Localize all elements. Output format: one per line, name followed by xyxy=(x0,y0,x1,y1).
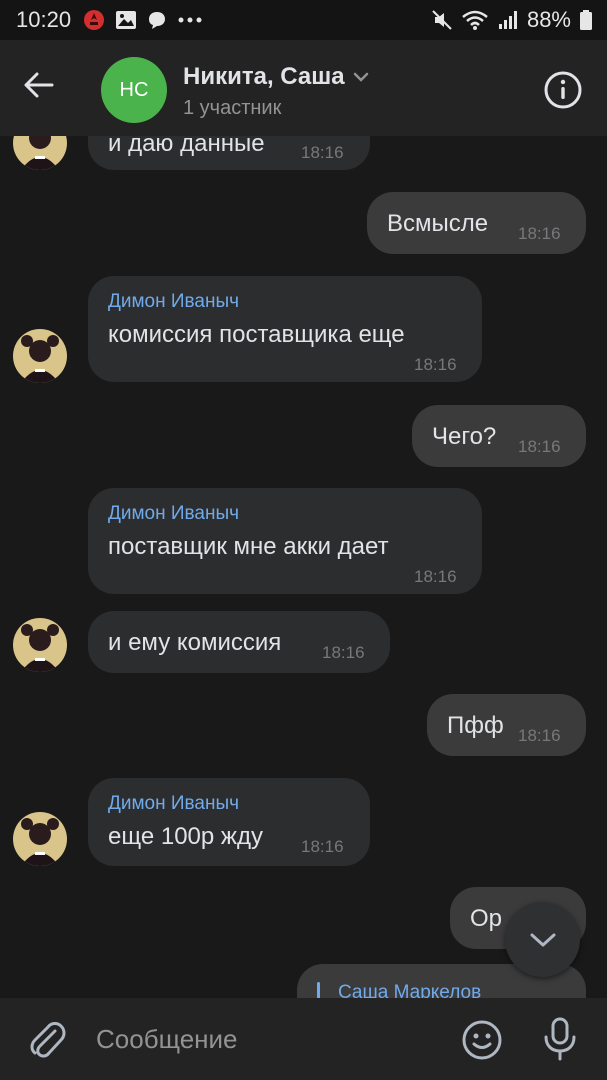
scroll-down-button[interactable] xyxy=(505,902,580,977)
message-author[interactable]: Димон Иваныч xyxy=(108,291,239,313)
message-time: 18:16 xyxy=(414,355,457,374)
message-time: 18:16 xyxy=(301,143,344,162)
message-text: Пфф xyxy=(447,712,504,739)
message-text: Ор xyxy=(470,905,503,932)
message-time: 18:16 xyxy=(414,567,457,586)
battery-percent: 88% xyxy=(526,7,571,32)
message-text: и ему комиссия xyxy=(108,629,282,656)
message-bubble[interactable]: Пфф 18:16 xyxy=(427,694,586,756)
status-time: 10:20 xyxy=(16,7,72,32)
attach-button[interactable] xyxy=(26,1018,68,1060)
chat-icon xyxy=(149,12,166,29)
reply-bar xyxy=(317,982,320,998)
user-avatar-icon xyxy=(13,136,67,170)
message-text: и даю данные xyxy=(108,136,265,157)
more-dots-icon xyxy=(178,17,202,23)
user-avatar-icon xyxy=(13,812,67,866)
info-icon xyxy=(544,71,582,109)
message-bubble[interactable]: и даю данные 18:16 xyxy=(88,136,370,170)
message-composer xyxy=(0,998,607,1080)
user-avatar-icon xyxy=(13,329,67,383)
wifi-icon xyxy=(462,10,488,30)
status-right: 88% xyxy=(431,7,593,33)
chevron-down-icon xyxy=(353,72,368,82)
battery-icon xyxy=(580,10,592,30)
message-list[interactable]: и даю данные 18:16 Всмысле 18:16 Димон И… xyxy=(0,136,607,998)
emoji-button[interactable] xyxy=(460,1018,504,1062)
avatar[interactable] xyxy=(13,812,67,866)
info-button[interactable] xyxy=(543,70,583,110)
chat-title[interactable]: Никита, Саша xyxy=(183,63,369,91)
chat-avatar[interactable]: НС xyxy=(101,57,167,123)
mute-icon xyxy=(432,10,452,30)
message-time: 18:16 xyxy=(518,437,561,456)
message-bubble[interactable]: Димон Иваныч еще 100р жду 18:16 xyxy=(88,778,370,866)
chevron-down-icon xyxy=(530,933,555,946)
message-time: 18:16 xyxy=(301,837,344,856)
message-text: еще 100р жду xyxy=(108,823,263,850)
message-input[interactable] xyxy=(96,1018,436,1060)
chat-header: НС Никита, Саша 1 участник xyxy=(0,40,607,136)
status-left-icons xyxy=(83,9,203,31)
arrow-left-icon xyxy=(24,72,54,98)
notification-icon xyxy=(84,10,105,30)
avatar[interactable] xyxy=(13,136,67,170)
paperclip-icon xyxy=(30,1022,66,1058)
signal-icon xyxy=(498,11,517,29)
user-avatar-icon xyxy=(13,618,67,672)
status-bar: 10:20 88% xyxy=(0,0,607,40)
microphone-icon xyxy=(544,1017,576,1061)
message-bubble[interactable]: и ему комиссия 18:16 xyxy=(88,611,390,673)
message-bubble[interactable]: Чего? 18:16 xyxy=(412,405,586,467)
gallery-icon xyxy=(116,11,137,29)
message-text: комиссия поставщика еще xyxy=(108,321,405,348)
avatar[interactable] xyxy=(13,329,67,383)
chat-members-count: 1 участник xyxy=(183,97,282,119)
back-button[interactable] xyxy=(22,68,72,108)
reply-author[interactable]: Саша Маркелов xyxy=(338,982,481,998)
message-text: Чего? xyxy=(432,423,497,450)
smile-icon xyxy=(462,1020,502,1060)
message-bubble[interactable]: Всмысле 18:16 xyxy=(367,192,586,254)
message-bubble[interactable]: Димон Иваныч комиссия поставщика еще 18:… xyxy=(88,276,482,382)
message-bubble[interactable]: Димон Иваныч поставщик мне акки дает 18:… xyxy=(88,488,482,594)
voice-message-button[interactable] xyxy=(540,1016,580,1062)
avatar[interactable] xyxy=(13,618,67,672)
message-time: 18:16 xyxy=(518,726,561,745)
message-text: Всмысле xyxy=(387,210,489,237)
message-time: 18:16 xyxy=(322,643,365,662)
message-text: поставщик мне акки дает xyxy=(108,533,389,560)
message-author[interactable]: Димон Иваныч xyxy=(108,503,239,525)
chat-title-text: Никита, Саша xyxy=(183,63,345,90)
message-author[interactable]: Димон Иваныч xyxy=(108,793,239,815)
message-time: 18:16 xyxy=(518,224,561,243)
